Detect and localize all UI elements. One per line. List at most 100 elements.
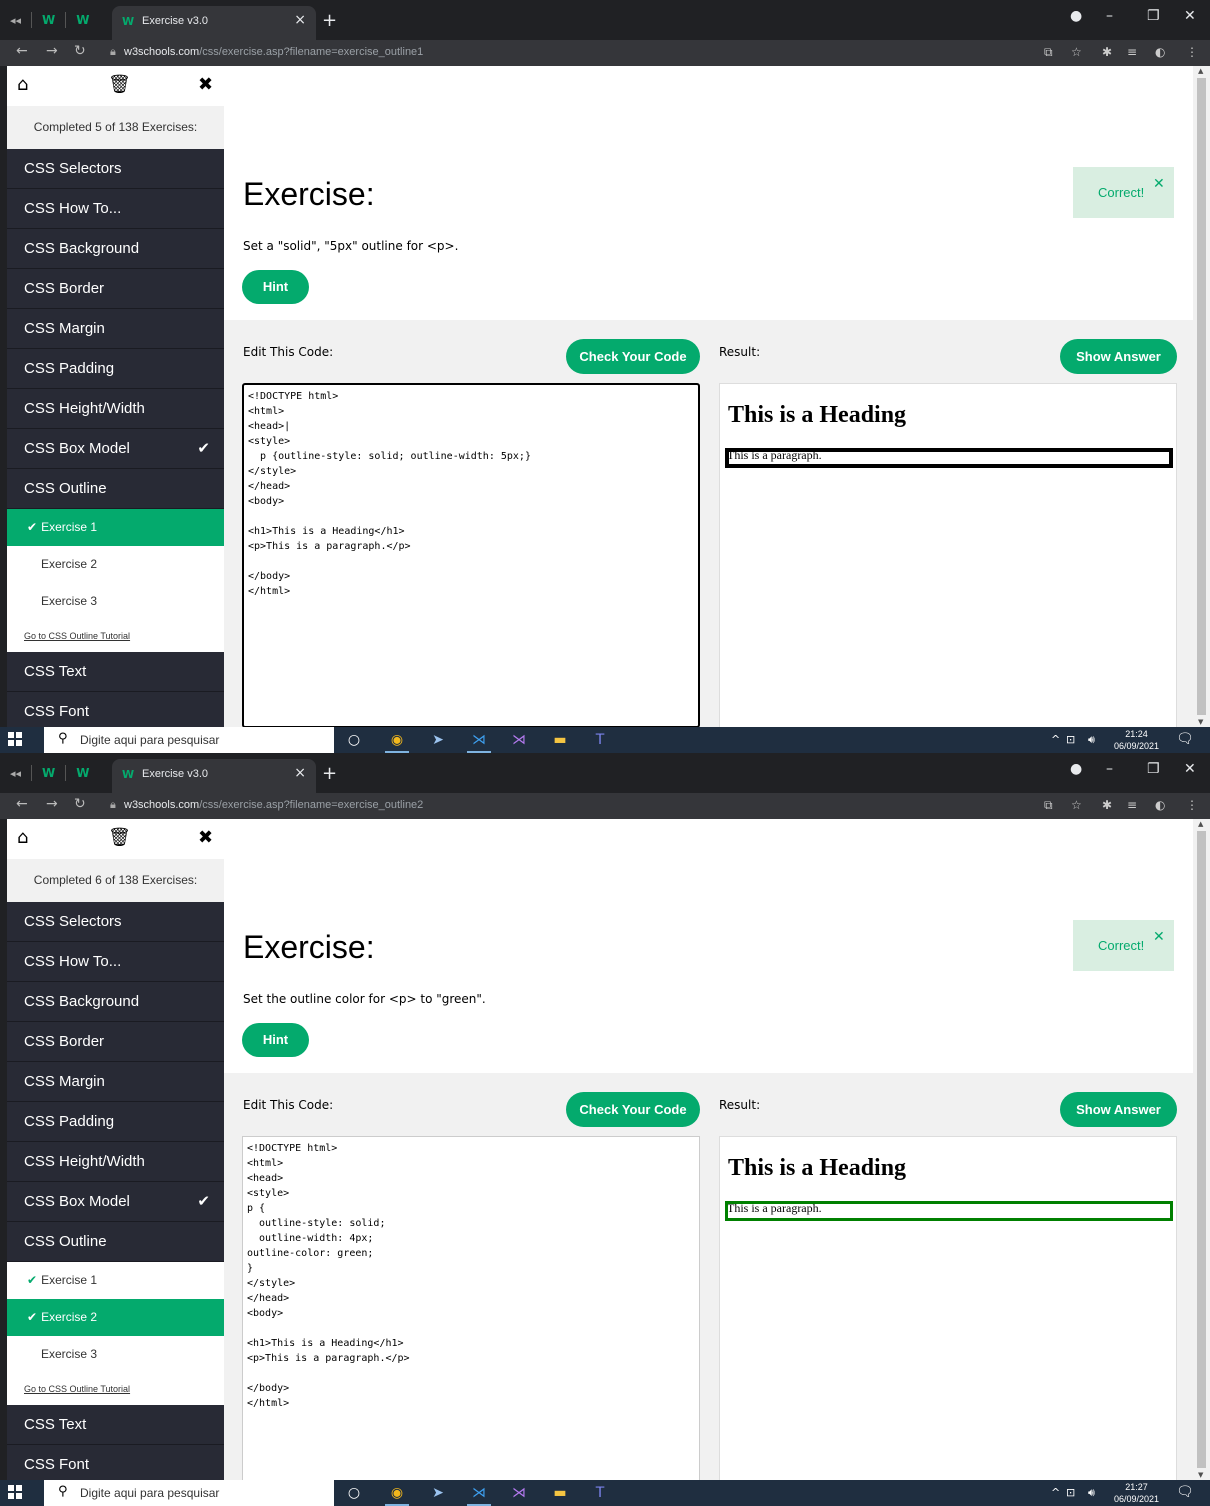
home-icon[interactable]: ⌂ — [17, 74, 28, 95]
code-editor[interactable]: <!DOCTYPE html> <html> <head> <style> p … — [242, 1136, 700, 1480]
windows-start-icon[interactable] — [8, 1485, 22, 1499]
teams-icon[interactable]: T — [590, 1483, 610, 1503]
visual-studio-icon[interactable]: ⋊ — [509, 730, 529, 750]
speaker-icon[interactable]: ◂◂ — [10, 14, 21, 27]
lock-icon[interactable]: 🔒︎ — [110, 45, 116, 59]
close-icon[interactable]: ✕ — [1153, 175, 1165, 192]
translate-icon[interactable]: ⧉ — [1044, 798, 1053, 813]
vscode-icon[interactable]: ⋊ — [467, 730, 491, 753]
sidebar-item[interactable]: CSS Box Model ✔ — [7, 429, 224, 469]
url-bar[interactable]: 🔒︎ w3schools.com/css/exercise.asp?filena… — [96, 794, 1036, 818]
w3schools-pinned-tab-icon[interactable]: W — [42, 766, 55, 780]
tab-close-icon[interactable]: × — [294, 765, 306, 781]
bookmark-star-icon[interactable]: ☆ — [1071, 45, 1082, 59]
show-answer-button[interactable]: Show Answer — [1060, 1092, 1177, 1127]
profile-icon[interactable]: ● — [1070, 8, 1082, 24]
tutorial-link[interactable]: Go to CSS Outline Tutorial — [7, 620, 224, 652]
close-icon[interactable]: ✖ — [198, 74, 213, 95]
speaker-icon[interactable]: ◂◂ — [10, 767, 21, 780]
extensions-icon[interactable]: ✱ — [1102, 798, 1112, 812]
sidebar-item[interactable]: CSS Font — [7, 692, 224, 727]
sidebar-item[interactable]: CSS How To... — [7, 942, 224, 982]
close-icon[interactable]: ✖ — [198, 827, 213, 848]
sidebar-item[interactable]: CSS Border — [7, 269, 224, 309]
chrome-icon[interactable]: ◉ — [385, 1483, 409, 1506]
sidebar-item[interactable]: CSS Text — [7, 1405, 224, 1445]
tray-chevron-icon[interactable]: ^ — [1051, 1486, 1060, 1499]
sidebar-item[interactable]: CSS How To... — [7, 189, 224, 229]
app-icon[interactable]: ➤ — [428, 1483, 448, 1503]
trash-icon[interactable]: 🗑︎ — [108, 827, 131, 848]
sidebar-item[interactable]: CSS Margin — [7, 1062, 224, 1102]
cortana-icon[interactable]: ○ — [344, 1483, 364, 1503]
profile-icon[interactable]: ● — [1070, 761, 1082, 777]
network-icon[interactable]: ⊡ — [1066, 733, 1075, 746]
sidebar-subitem-exercise[interactable]: ✔ Exercise 2 — [7, 1299, 224, 1336]
translate-icon[interactable]: ⧉ — [1044, 45, 1053, 60]
scrollbar-thumb[interactable] — [1197, 831, 1206, 1468]
forward-icon[interactable]: → — [46, 796, 58, 812]
w3schools-pinned-tab-icon[interactable]: W — [76, 13, 89, 27]
scroll-down-icon[interactable]: ▼ — [1198, 718, 1203, 726]
tutorial-link[interactable]: Go to CSS Outline Tutorial — [7, 1373, 224, 1405]
close-window-icon[interactable]: ✕ — [1184, 8, 1196, 24]
vscode-icon[interactable]: ⋊ — [467, 1483, 491, 1506]
reload-icon[interactable]: ↻ — [74, 43, 86, 59]
url-bar[interactable]: 🔒︎ w3schools.com/css/exercise.asp?filena… — [96, 41, 1036, 65]
reload-icon[interactable]: ↻ — [74, 796, 86, 812]
sidebar-item[interactable]: CSS Margin — [7, 309, 224, 349]
taskbar-search[interactable]: ⚲ Digite aqui para pesquisar — [44, 727, 334, 753]
check-code-button[interactable]: Check Your Code — [566, 339, 700, 374]
scroll-up-icon[interactable]: ▲ — [1198, 67, 1203, 75]
sidebar-item[interactable]: CSS Outline — [7, 1222, 224, 1262]
home-icon[interactable]: ⌂ — [17, 827, 28, 848]
teams-icon[interactable]: T — [590, 730, 610, 750]
sidebar-item[interactable]: CSS Outline — [7, 469, 224, 509]
sidebar-item[interactable]: CSS Height/Width — [7, 1142, 224, 1182]
cortana-icon[interactable]: ○ — [344, 730, 364, 750]
sidebar-item[interactable]: CSS Border — [7, 1022, 224, 1062]
sidebar-item[interactable]: CSS Text — [7, 652, 224, 692]
check-code-button[interactable]: Check Your Code — [566, 1092, 700, 1127]
tray-chevron-icon[interactable]: ^ — [1051, 733, 1060, 746]
sidebar-subitem-exercise[interactable]: Exercise 2 — [7, 546, 224, 583]
minimize-icon[interactable]: – — [1106, 761, 1113, 777]
scrollbar-thumb[interactable] — [1197, 78, 1206, 715]
sidebar-item[interactable]: CSS Height/Width — [7, 389, 224, 429]
chrome-icon[interactable]: ◉ — [385, 730, 409, 753]
reading-list-icon[interactable]: ≡ — [1127, 798, 1137, 812]
sidebar-item[interactable]: CSS Padding — [7, 349, 224, 389]
taskbar-clock[interactable]: 21:27 06/09/2021 — [1114, 1481, 1159, 1505]
show-answer-button[interactable]: Show Answer — [1060, 339, 1177, 374]
hint-button[interactable]: Hint — [242, 270, 309, 304]
scroll-down-icon[interactable]: ▼ — [1198, 1471, 1203, 1479]
close-icon[interactable]: ✕ — [1153, 928, 1165, 945]
avatar[interactable]: ◐ — [1155, 45, 1165, 59]
sidebar-item[interactable]: CSS Padding — [7, 1102, 224, 1142]
hint-button[interactable]: Hint — [242, 1023, 309, 1057]
restore-icon[interactable]: ❐ — [1147, 761, 1160, 777]
close-window-icon[interactable]: ✕ — [1184, 761, 1196, 777]
more-menu-icon[interactable]: ⋮ — [1186, 45, 1198, 59]
page-scrollbar[interactable]: ▲ ▼ — [1193, 66, 1210, 727]
back-icon[interactable]: ← — [16, 43, 28, 59]
volume-icon[interactable]: 🔊︎ — [1088, 1486, 1095, 1500]
w3schools-pinned-tab-icon[interactable]: W — [76, 766, 89, 780]
taskbar-search[interactable]: ⚲ Digite aqui para pesquisar — [44, 1480, 334, 1506]
sidebar-item[interactable]: CSS Box Model ✔ — [7, 1182, 224, 1222]
notification-icon[interactable]: 🗨︎ — [1176, 1484, 1194, 1500]
sidebar-subitem-exercise[interactable]: Exercise 3 — [7, 583, 224, 620]
avatar[interactable]: ◐ — [1155, 798, 1165, 812]
bookmark-star-icon[interactable]: ☆ — [1071, 798, 1082, 812]
page-scrollbar[interactable]: ▲ ▼ — [1193, 819, 1210, 1480]
app-icon[interactable]: ➤ — [428, 730, 448, 750]
windows-start-icon[interactable] — [8, 732, 22, 746]
sidebar-item[interactable]: CSS Selectors — [7, 902, 224, 942]
reading-list-icon[interactable]: ≡ — [1127, 45, 1137, 59]
code-editor[interactable]: <!DOCTYPE html> <html> <head>| <style> p… — [242, 383, 700, 727]
active-tab[interactable]: W Exercise v3.0 × — [112, 6, 316, 40]
visual-studio-icon[interactable]: ⋊ — [509, 1483, 529, 1503]
active-tab[interactable]: W Exercise v3.0 × — [112, 759, 316, 793]
new-tab-button[interactable]: + — [322, 763, 337, 784]
volume-icon[interactable]: 🔊︎ — [1088, 733, 1095, 747]
